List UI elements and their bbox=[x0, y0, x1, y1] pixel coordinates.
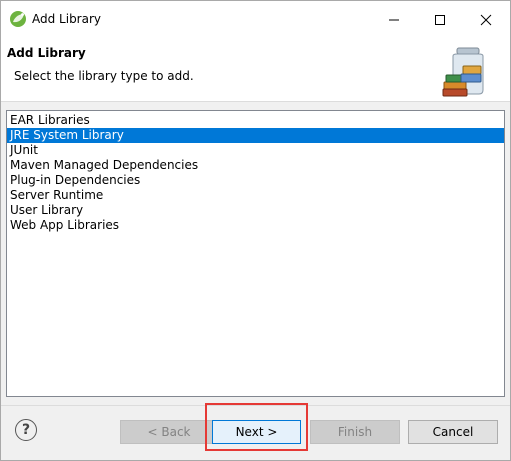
minimize-icon bbox=[389, 19, 399, 20]
finish-button[interactable]: Finish bbox=[310, 420, 400, 444]
list-item-server-runtime[interactable]: Server Runtime bbox=[7, 188, 504, 203]
close-icon bbox=[480, 14, 492, 25]
help-icon: ? bbox=[21, 422, 31, 438]
wizard-banner: Add Library Select the library type to a… bbox=[1, 38, 510, 102]
banner-description: Select the library type to add. bbox=[14, 69, 194, 83]
eclipse-spring-icon bbox=[10, 11, 26, 27]
list-item-plug-in-dependencies[interactable]: Plug-in Dependencies bbox=[7, 173, 504, 188]
footer-divider bbox=[1, 405, 510, 406]
library-jar-icon bbox=[442, 47, 484, 97]
next-button[interactable]: Next > bbox=[212, 420, 301, 444]
list-item-maven-managed-dependencies[interactable]: Maven Managed Dependencies bbox=[7, 158, 504, 173]
title-bar: Add Library bbox=[1, 1, 510, 38]
library-type-list[interactable]: EAR Libraries JRE System Library JUnit M… bbox=[6, 110, 505, 397]
maximize-icon bbox=[435, 14, 445, 25]
banner-title: Add Library bbox=[7, 46, 86, 60]
list-item-jre-system-library[interactable]: JRE System Library bbox=[7, 128, 504, 143]
add-library-dialog: Add Library Add Library Select the libra… bbox=[0, 0, 511, 461]
minimize-button[interactable] bbox=[371, 1, 417, 38]
help-button[interactable]: ? bbox=[15, 419, 37, 441]
list-item-junit[interactable]: JUnit bbox=[7, 143, 504, 158]
close-button[interactable] bbox=[463, 1, 509, 38]
cancel-button[interactable]: Cancel bbox=[408, 420, 498, 444]
maximize-button[interactable] bbox=[417, 1, 463, 38]
list-item-ear-libraries[interactable]: EAR Libraries bbox=[7, 113, 504, 128]
list-item-web-app-libraries[interactable]: Web App Libraries bbox=[7, 218, 504, 233]
window-title: Add Library bbox=[32, 12, 102, 26]
list-item-user-library[interactable]: User Library bbox=[7, 203, 504, 218]
back-button[interactable]: < Back bbox=[120, 420, 218, 444]
